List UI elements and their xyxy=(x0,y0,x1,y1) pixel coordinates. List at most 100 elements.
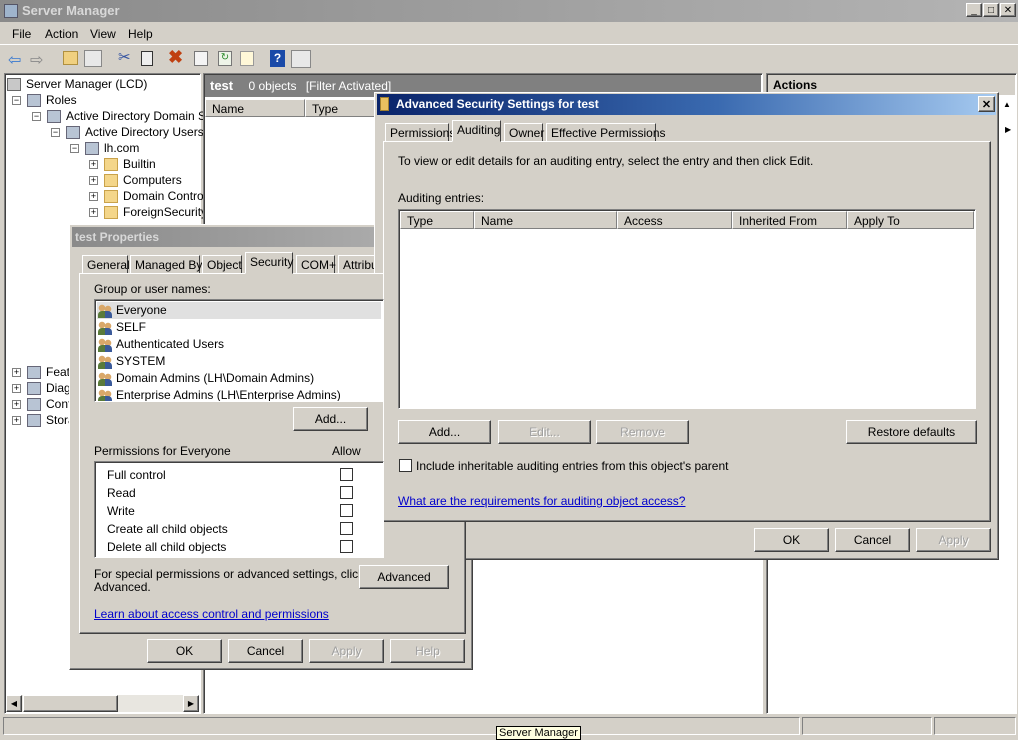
include-inheritable-checkbox[interactable] xyxy=(399,459,412,472)
show-hide-tree-icon[interactable] xyxy=(84,50,102,67)
column-inherited-from[interactable]: Inherited From xyxy=(732,211,847,229)
tree-horizontal-scrollbar[interactable]: ◀ ▶ xyxy=(6,695,199,712)
column-name[interactable]: Name xyxy=(474,211,617,229)
status-bar: Server Manager xyxy=(0,716,1018,740)
add-user-button[interactable]: Add... xyxy=(293,407,368,431)
tree-item[interactable]: + Builtin xyxy=(89,156,156,172)
user-list-item[interactable]: SELF xyxy=(97,319,381,336)
export-icon[interactable] xyxy=(240,51,254,66)
tree-item[interactable]: + Stora xyxy=(12,412,75,428)
column-type[interactable]: Type xyxy=(400,211,474,229)
user-list-item[interactable]: Enterprise Admins (LH\Enterprise Admins) xyxy=(97,387,381,402)
permission-allow-checkbox[interactable] xyxy=(340,504,353,517)
tree-root[interactable]: Server Manager (LCD) xyxy=(7,76,147,92)
edit-entry-button[interactable]: Edit... xyxy=(498,420,591,444)
apply-button[interactable]: Apply xyxy=(309,639,384,663)
user-name: Enterprise Admins (LH\Enterprise Admins) xyxy=(116,388,341,402)
maximize-button[interactable]: □ xyxy=(983,3,999,17)
permission-name: Read xyxy=(107,486,136,500)
expand-icon[interactable]: + xyxy=(12,416,21,426)
expand-icon[interactable]: + xyxy=(89,192,98,202)
scroll-right-button[interactable]: ▶ xyxy=(183,695,199,712)
expand-icon[interactable]: + xyxy=(12,368,21,378)
include-inheritable-label[interactable]: Include inheritable auditing entries fro… xyxy=(416,459,728,473)
scroll-up-icon[interactable]: ▲ xyxy=(1003,100,1011,109)
scroll-thumb[interactable] xyxy=(23,695,118,712)
minimize-button[interactable]: _ xyxy=(966,3,982,17)
permission-allow-checkbox[interactable] xyxy=(340,468,353,481)
user-list[interactable]: Everyone SELF Authenticated Users SYSTEM Dom… xyxy=(94,299,384,402)
expand-icon[interactable]: + xyxy=(89,160,98,170)
tree-item[interactable]: + Domain Control xyxy=(89,188,206,204)
tree-item[interactable]: + Computers xyxy=(89,172,182,188)
collapse-icon[interactable]: − xyxy=(51,128,60,138)
column-access[interactable]: Access xyxy=(617,211,732,229)
column-name[interactable]: Name xyxy=(205,99,305,117)
folder-icon xyxy=(104,190,118,204)
ok-button[interactable]: OK xyxy=(147,639,222,663)
advanced-ok-button[interactable]: OK xyxy=(754,528,829,552)
expand-icon[interactable]: + xyxy=(12,400,21,410)
expand-arrow-icon[interactable]: ▶ xyxy=(1005,125,1011,134)
user-list-item[interactable]: Authenticated Users xyxy=(97,336,381,353)
cancel-button[interactable]: Cancel xyxy=(228,639,303,663)
paste-icon[interactable] xyxy=(141,51,153,66)
tree-item[interactable]: − Roles xyxy=(12,92,77,108)
tree-item[interactable]: − lh.com xyxy=(70,140,139,156)
close-button[interactable]: ✕ xyxy=(1000,3,1016,17)
help-button[interactable]: Help xyxy=(390,639,465,663)
add-entry-button[interactable]: Add... xyxy=(398,420,491,444)
forward-icon[interactable]: ⇨ xyxy=(30,50,43,70)
help-icon[interactable]: ? xyxy=(270,50,285,67)
tree-item[interactable]: + ForeignSecurity xyxy=(89,204,207,220)
user-group-icon xyxy=(97,371,113,386)
advanced-apply-button[interactable]: Apply xyxy=(916,528,991,552)
menu-action[interactable]: Action xyxy=(45,27,78,41)
auditing-entries-table[interactable]: Type Name Access Inherited From Apply To xyxy=(398,209,976,409)
menu-help[interactable]: Help xyxy=(128,27,153,41)
menu-file[interactable]: File xyxy=(12,27,31,41)
user-group-icon xyxy=(97,320,113,335)
remove-entry-button[interactable]: Remove xyxy=(596,420,689,444)
toolbar: ⇦ ⇨ ✂ ✖ ↻ ? xyxy=(0,46,1018,70)
permission-name: Delete all child objects xyxy=(107,540,227,554)
user-list-item[interactable]: SYSTEM xyxy=(97,353,381,370)
properties-icon[interactable] xyxy=(194,51,208,66)
node-icon xyxy=(27,382,41,396)
user-list-item[interactable]: Domain Admins (LH\Domain Admins) xyxy=(97,370,381,387)
tooltip: Server Manager xyxy=(496,726,581,740)
delete-icon[interactable]: ✖ xyxy=(168,47,183,68)
refresh-icon[interactable]: ↻ xyxy=(218,51,232,66)
tree-item[interactable]: − Active Directory Domain Se xyxy=(32,108,213,124)
expand-icon[interactable]: + xyxy=(89,208,98,218)
show-hide-action-pane-icon[interactable] xyxy=(291,50,311,68)
user-group-icon xyxy=(97,354,113,369)
permission-name: Write xyxy=(107,504,135,518)
permission-allow-checkbox[interactable] xyxy=(340,522,353,535)
auditing-requirements-link[interactable]: What are the requirements for auditing o… xyxy=(398,494,685,508)
advanced-cancel-button[interactable]: Cancel xyxy=(835,528,910,552)
user-list-item[interactable]: Everyone xyxy=(97,302,381,319)
up-folder-icon[interactable] xyxy=(63,51,78,65)
access-control-help-link[interactable]: Learn about access control and permissio… xyxy=(94,607,329,621)
collapse-icon[interactable]: − xyxy=(70,144,79,154)
scroll-left-button[interactable]: ◀ xyxy=(6,695,22,712)
tree-item[interactable]: + Diag xyxy=(12,380,71,396)
advanced-button[interactable]: Advanced xyxy=(359,565,449,589)
expand-icon[interactable]: + xyxy=(89,176,98,186)
tree-item-label: Domain Control xyxy=(123,189,207,203)
restore-defaults-button[interactable]: Restore defaults xyxy=(846,420,977,444)
menu-bar: File Action View Help xyxy=(0,22,1018,45)
back-icon[interactable]: ⇦ xyxy=(8,50,21,70)
expand-icon[interactable]: + xyxy=(12,384,21,394)
permission-allow-checkbox[interactable] xyxy=(340,540,353,553)
column-apply-to[interactable]: Apply To xyxy=(847,211,974,229)
permission-allow-checkbox[interactable] xyxy=(340,486,353,499)
tree-item[interactable]: − Active Directory Users a xyxy=(51,124,214,140)
collapse-icon[interactable]: − xyxy=(32,112,41,122)
tree-item[interactable]: + Conf xyxy=(12,396,71,412)
menu-view[interactable]: View xyxy=(90,27,116,41)
cut-icon[interactable]: ✂ xyxy=(118,48,131,66)
tree-item[interactable]: + Feat xyxy=(12,364,70,380)
collapse-icon[interactable]: − xyxy=(12,96,21,106)
